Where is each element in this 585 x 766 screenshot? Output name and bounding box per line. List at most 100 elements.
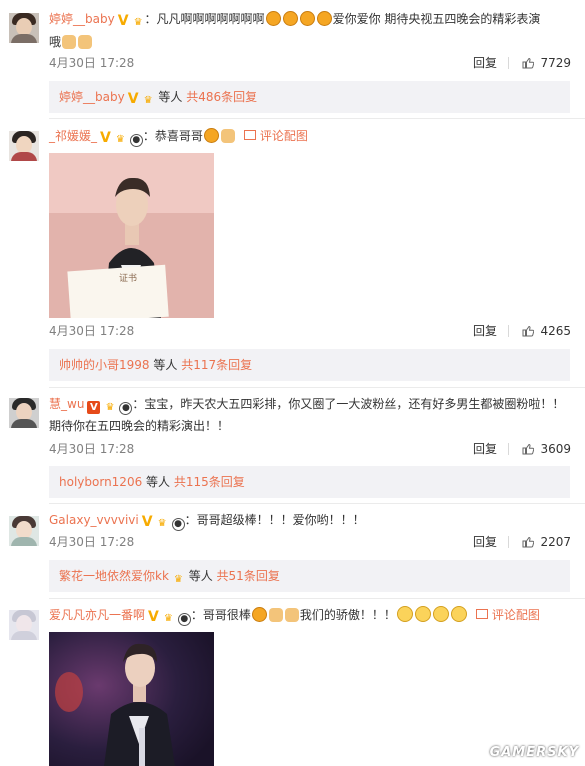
photo-image: 证书 — [49, 153, 214, 318]
reply-mid-text: 等人 — [149, 358, 182, 372]
comment-body: ：宝宝，昨天农大五四彩排，你又圈了一大波粉丝，还有好多男生都被圈粉啦！！ — [132, 397, 565, 411]
crown-icon: ♛ — [133, 17, 143, 28]
comment-text: Galaxy_vvvvivi V ♛ ● ：哥哥超级棒！！！爱你哟！！！ — [49, 510, 571, 531]
like-button[interactable]: 4265 — [522, 321, 571, 341]
emoji-icon — [316, 11, 332, 26]
comment-text: _祁媛媛_ V ♛ ● ：恭喜哥哥 评论配图 — [49, 126, 571, 147]
divider — [49, 387, 585, 388]
reply-username[interactable]: 帅帅的小哥1998 — [59, 358, 150, 372]
thumbs-up-icon — [522, 325, 535, 337]
comment-photo[interactable] — [49, 632, 214, 766]
comment-body: 哦 — [49, 35, 62, 49]
verified-icon: V — [148, 609, 159, 625]
timestamp: 4月30日 17:28 — [49, 56, 135, 70]
reply-summary[interactable]: holyborn1206 等人 共115条回复 — [49, 466, 570, 498]
reply-count[interactable]: 共51条回复 — [217, 569, 280, 583]
reply-username[interactable]: 繁花一地依然爱你kk — [59, 569, 169, 583]
emoji-icon — [251, 607, 267, 622]
comment-meta: 4月30日 17:28 回复 4265 — [49, 321, 571, 341]
reply-username[interactable]: 婷婷__baby — [59, 90, 125, 104]
svg-text:证书: 证书 — [119, 273, 137, 284]
crown-icon: ♛ — [173, 574, 183, 585]
username[interactable]: 慧_wu — [49, 397, 84, 411]
crying-emoji-icon — [450, 606, 467, 622]
verified-icon: V — [117, 13, 129, 29]
thumbs-up-icon — [522, 57, 535, 69]
reply-button[interactable]: 回复 — [473, 321, 497, 341]
separator — [508, 325, 509, 337]
reply-mid-text: 等人 — [142, 475, 174, 489]
username[interactable]: _祁媛媛_ — [49, 129, 97, 143]
username[interactable]: Galaxy_vvvvivi — [49, 513, 139, 527]
avatar[interactable] — [9, 131, 39, 161]
separator — [508, 443, 509, 455]
username[interactable]: 爱凡凡亦凡一番啊 — [49, 608, 145, 622]
reply-username[interactable]: holyborn1206 — [59, 475, 142, 489]
divider — [49, 598, 585, 599]
crown-icon: ♛ — [163, 613, 173, 624]
avatar[interactable] — [9, 398, 39, 428]
comment-picture-link[interactable]: 评论配图 — [243, 129, 308, 143]
thumbs-emoji-icon — [220, 129, 235, 143]
comment-meta: 4月30日 17:28 回复 7729 — [49, 53, 571, 73]
clap-emoji-icon — [284, 608, 299, 622]
comment-photo[interactable]: 证书 — [49, 153, 214, 318]
avatar[interactable] — [9, 610, 39, 640]
reply-button[interactable]: 回复 — [473, 532, 497, 552]
emoji-icon — [299, 11, 315, 26]
divider — [49, 118, 585, 119]
like-button[interactable]: 3609 — [522, 439, 571, 459]
like-count: 3609 — [540, 442, 571, 456]
timestamp: 4月30日 17:28 — [49, 442, 135, 456]
reply-count[interactable]: 共117条回复 — [181, 358, 252, 372]
verified-icon: V — [141, 514, 153, 530]
comment-text: 慧_wu V ♛ ● ：宝宝，昨天农大五四彩排，你又圈了一大波粉丝，还有好多男生都被圈粉… — [49, 394, 571, 415]
like-count: 4265 — [540, 324, 571, 338]
reply-count[interactable]: 共115条回复 — [174, 475, 245, 489]
reply-count[interactable]: 共486条回复 — [186, 90, 257, 104]
comment-text: 婷婷__baby V ♛ ：凡凡啊啊啊啊啊啊啊 爱你爱你 期待央视五四晚会的精彩表演 — [49, 9, 571, 29]
comment-body: 爱你爱你 期待央视五四晚会的精彩表演 — [332, 12, 541, 26]
crown-icon: ♛ — [105, 402, 115, 413]
panda-icon: ● — [129, 134, 143, 147]
clap-emoji-icon — [62, 35, 77, 49]
comment-meta: 4月30日 17:28 回复 3609 — [49, 439, 571, 459]
like-count: 2207 — [540, 535, 571, 549]
emoji-icon — [282, 11, 298, 26]
username[interactable]: 婷婷__baby — [49, 12, 115, 26]
panda-icon: ● — [119, 402, 133, 415]
emoji-icon — [203, 128, 219, 143]
photo-image — [49, 632, 214, 766]
crying-emoji-icon — [396, 606, 413, 622]
separator — [508, 57, 509, 69]
reply-summary[interactable]: 繁花一地依然爱你kk ♛ 等人 共51条回复 — [49, 560, 570, 592]
comment-picture-link[interactable]: 评论配图 — [475, 608, 540, 622]
comment-body: 我们的骄傲！！！ — [299, 608, 396, 622]
comment-body: ：凡凡啊啊啊啊啊啊啊 — [144, 12, 265, 26]
panda-icon: ● — [177, 613, 191, 626]
separator — [508, 536, 509, 548]
crown-icon: ♛ — [115, 134, 125, 145]
comment-body: ：哥哥很棒 — [190, 608, 251, 622]
verified-icon: V — [100, 130, 111, 146]
reply-button[interactable]: 回复 — [473, 53, 497, 73]
timestamp: 4月30日 17:28 — [49, 324, 135, 338]
reply-summary[interactable]: 帅帅的小哥1998 等人 共117条回复 — [49, 349, 570, 381]
comment-text-cont: 哦 — [49, 32, 571, 52]
like-button[interactable]: 2207 — [522, 532, 571, 552]
thumbs-up-icon — [522, 536, 535, 548]
reply-mid-text: 等人 — [154, 90, 187, 104]
avatar[interactable] — [9, 13, 39, 43]
vip-icon: V — [87, 401, 101, 414]
like-button[interactable]: 7729 — [522, 53, 571, 73]
picture-icon — [475, 609, 488, 619]
thumbs-up-icon — [522, 443, 535, 455]
verified-icon: V — [127, 91, 139, 107]
avatar[interactable] — [9, 516, 39, 546]
clap-emoji-icon — [268, 608, 283, 622]
timestamp: 4月30日 17:28 — [49, 535, 135, 549]
clap-emoji-icon — [78, 35, 93, 49]
reply-summary[interactable]: 婷婷__baby V ♛ 等人 共486条回复 — [49, 81, 570, 113]
reply-button[interactable]: 回复 — [473, 439, 497, 459]
crown-icon: ♛ — [143, 95, 153, 106]
